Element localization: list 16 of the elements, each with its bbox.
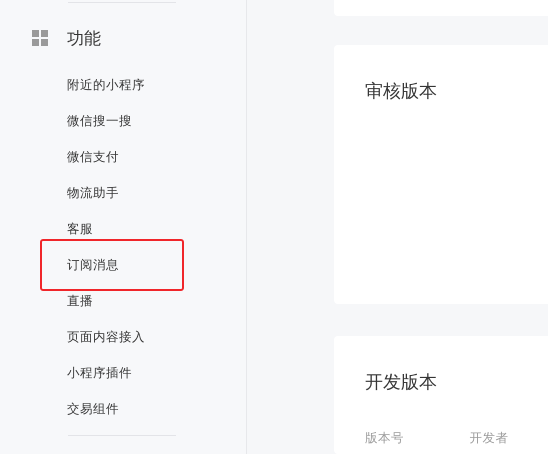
card-title: 开发版本 xyxy=(365,370,438,394)
sidebar-item[interactable]: 物流助手 xyxy=(67,184,119,202)
sidebar-item[interactable]: 订阅消息 xyxy=(67,256,119,274)
sidebar-item[interactable]: 交易组件 xyxy=(67,400,119,418)
sidebar-item[interactable]: 直播 xyxy=(67,292,93,310)
sidebar-item[interactable]: 微信搜一搜 xyxy=(67,112,132,130)
section-title: 功能 xyxy=(67,28,101,50)
sidebar-item[interactable]: 页面内容接入 xyxy=(67,328,145,346)
card-title: 审核版本 xyxy=(365,80,438,103)
sidebar-item[interactable]: 客服 xyxy=(67,220,93,238)
sidebar-item[interactable]: 附近的小程序 xyxy=(67,76,145,94)
sidebar-item[interactable]: 小程序插件 xyxy=(67,364,132,382)
sidebar-item[interactable]: 微信支付 xyxy=(67,148,119,166)
column-header: 开发者 xyxy=(470,430,510,447)
column-header: 版本号 xyxy=(365,430,405,447)
grid-icon xyxy=(32,30,48,46)
